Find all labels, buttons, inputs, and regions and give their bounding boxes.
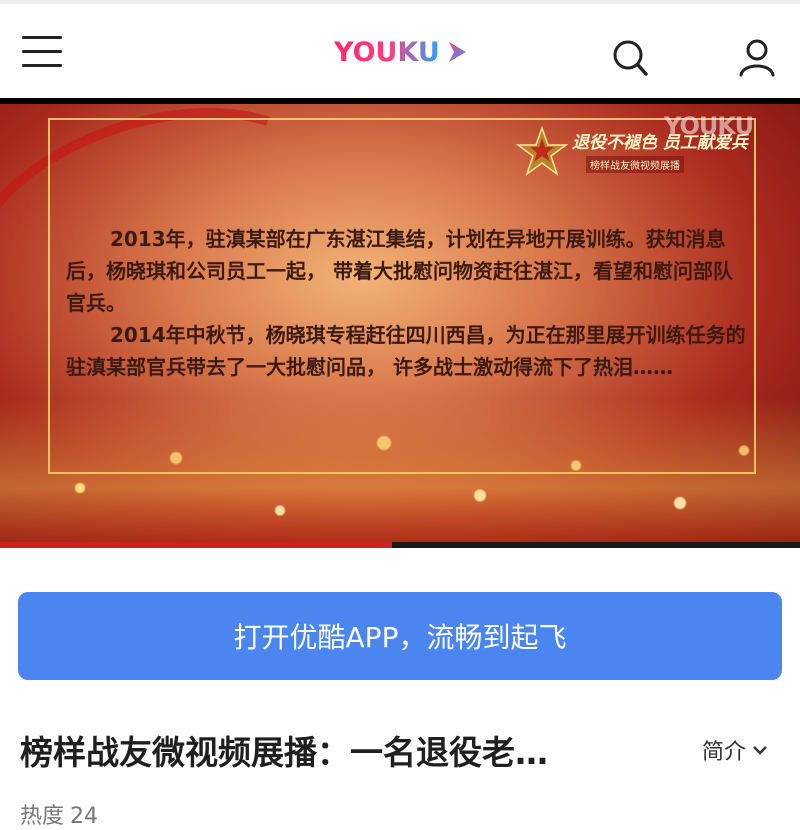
caption-paragraph-2: 2014年中秋节，杨晓琪专程赶往四川西昌，为正在那里展开训练任务的驻滇某部官兵带…	[66, 323, 746, 379]
menu-icon[interactable]	[22, 32, 64, 72]
video-caption-text: 2013年，驻滇某部在广东湛江集结，计划在异地开展训练。获知消息后，杨晓琪和公司…	[66, 223, 746, 383]
caption-paragraph-1: 2013年，驻滇某部在广东湛江集结，计划在异地开展训练。获知消息后，杨晓琪和公司…	[66, 227, 733, 315]
chevron-down-icon	[753, 746, 767, 755]
sparkle-decoration	[0, 398, 800, 548]
play-icon	[448, 42, 466, 62]
video-player[interactable]: 退役不褪色 员工献爱兵 榜样战友微视频展播 YOUKU 2013年，驻滇某部在广…	[0, 98, 800, 548]
heat-value: 24	[70, 804, 99, 829]
heat-label: 热度	[20, 804, 65, 829]
heat-info: 热度 24	[20, 798, 98, 830]
army-star-icon	[516, 126, 568, 176]
youku-watermark: YOUKU	[664, 112, 754, 140]
intro-label: 简介	[702, 740, 747, 765]
open-app-button[interactable]: 打开优酷APP，流畅到起飞	[18, 592, 782, 680]
video-title: 榜样战友微视频展播：一名退役老…	[20, 733, 548, 772]
header: YOUKU	[0, 4, 800, 98]
intro-toggle[interactable]: 简介	[702, 734, 768, 766]
video-badge-subtitle: 榜样战友微视频展播	[586, 156, 684, 173]
youku-logo[interactable]: YOUKU	[334, 34, 470, 70]
logo-text: YOUKU	[334, 36, 440, 68]
video-top-border	[0, 98, 800, 104]
video-progress-played	[0, 542, 392, 548]
user-icon[interactable]	[738, 38, 776, 78]
search-icon[interactable]	[612, 38, 650, 78]
